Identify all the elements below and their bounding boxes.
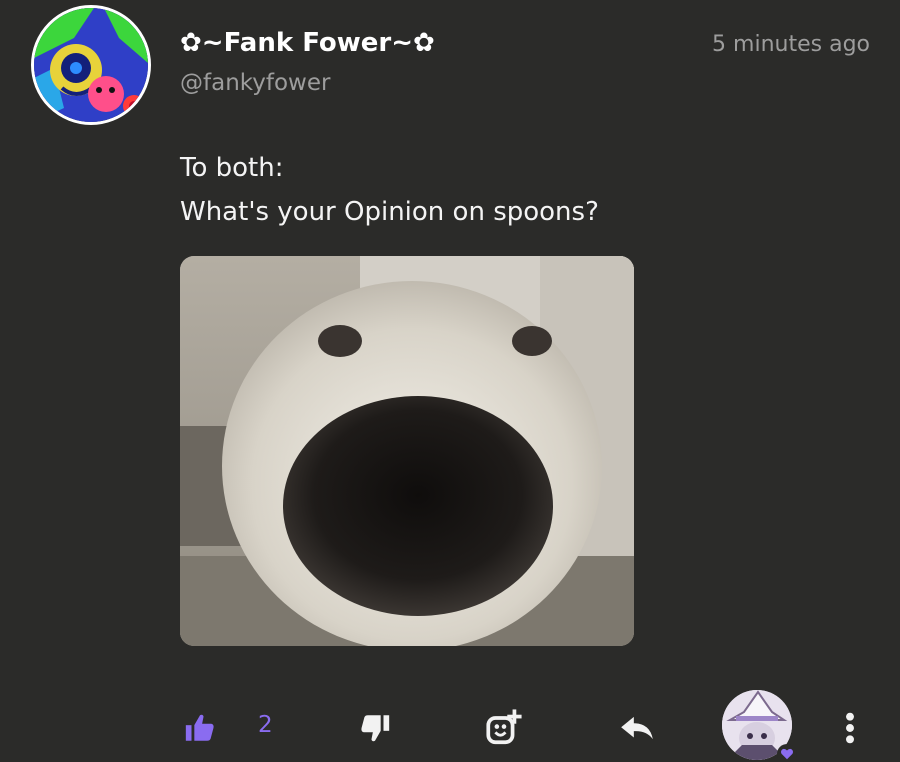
like-count: 2 bbox=[258, 712, 273, 738]
post-body-line: To both: bbox=[180, 153, 284, 183]
post-timestamp: 5 minutes ago bbox=[712, 32, 870, 57]
dog-nose-closeup-image-icon bbox=[180, 256, 634, 646]
reactor-heart-badge bbox=[777, 744, 797, 762]
post-card: ✿~Fank Fower~✿ @fankyfower 5 minutes ago… bbox=[0, 0, 900, 762]
thumbs-up-icon bbox=[185, 714, 214, 741]
cartoon-character-avatar-icon bbox=[34, 8, 148, 122]
post-media-image[interactable] bbox=[180, 256, 634, 646]
add-reaction-button[interactable] bbox=[484, 708, 524, 748]
author-display-name[interactable]: ✿~Fank Fower~✿ bbox=[180, 28, 435, 58]
post-action-bar: 2 bbox=[0, 690, 900, 762]
reply-button[interactable] bbox=[617, 708, 657, 748]
author-avatar[interactable] bbox=[31, 5, 151, 125]
reply-arrow-icon bbox=[621, 716, 653, 740]
post-body: To both: What's your Opinion on spoons? bbox=[180, 146, 599, 234]
heart-icon bbox=[780, 748, 794, 760]
more-options-button[interactable] bbox=[830, 708, 870, 748]
like-button[interactable] bbox=[180, 708, 220, 748]
post-body-line: What's your Opinion on spoons? bbox=[180, 197, 599, 227]
thumbs-down-icon bbox=[361, 715, 390, 742]
dislike-button[interactable] bbox=[355, 708, 395, 748]
author-handle[interactable]: @fankyfower bbox=[180, 70, 330, 96]
add-emoji-icon bbox=[486, 709, 522, 745]
vertical-dots-icon bbox=[846, 712, 854, 744]
